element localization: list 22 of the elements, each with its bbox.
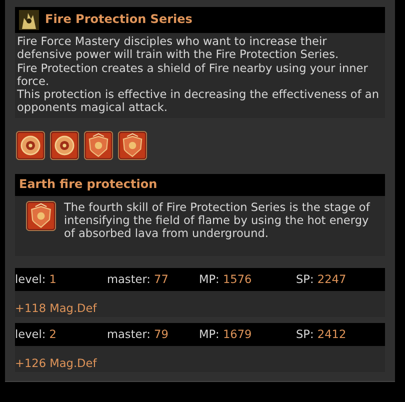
series-title: Fire Protection Series — [45, 13, 192, 27]
bonus-text: +118 Mag.Def — [15, 302, 97, 316]
stat-text: MP: 1679 — [199, 328, 253, 341]
shield-icon[interactable] — [84, 130, 113, 160]
stat-text: level: 2 — [15, 328, 58, 341]
skill-title: Earth fire protection — [19, 178, 158, 192]
stat-text: master: 77 — [107, 272, 170, 286]
emblem-icon[interactable] — [16, 130, 45, 160]
flame-figure-icon — [19, 10, 39, 30]
shield-icon[interactable] — [118, 130, 147, 160]
stat-text: master: 79 — [107, 328, 170, 341]
bonus-text: +126 Mag.Def — [15, 357, 97, 371]
stat-text: level: 1 — [15, 272, 58, 286]
description-text: Fire Protection creates a shield of Fire nearby using your inner force. — [17, 62, 369, 88]
stat-text: SP: 2412 — [296, 328, 346, 341]
emblem-icon[interactable] — [50, 130, 79, 160]
skill-description: The fourth skill of Fire Protection Series is the stage of intensifying the field of flame by using the hot energy of absorbed lava from underground. — [64, 200, 371, 241]
description-text: Fire Force Mastery disciples who want to increase their defensive power will train with the Fire Protection Series. — [17, 35, 340, 62]
shield-icon[interactable] — [26, 200, 56, 231]
stat-text: MP: 1576 — [199, 272, 253, 286]
description-text: This protection is effective in decreasing the effectiveness of an opponents magical attack. — [17, 88, 380, 115]
stat-text: SP: 2247 — [296, 272, 346, 286]
